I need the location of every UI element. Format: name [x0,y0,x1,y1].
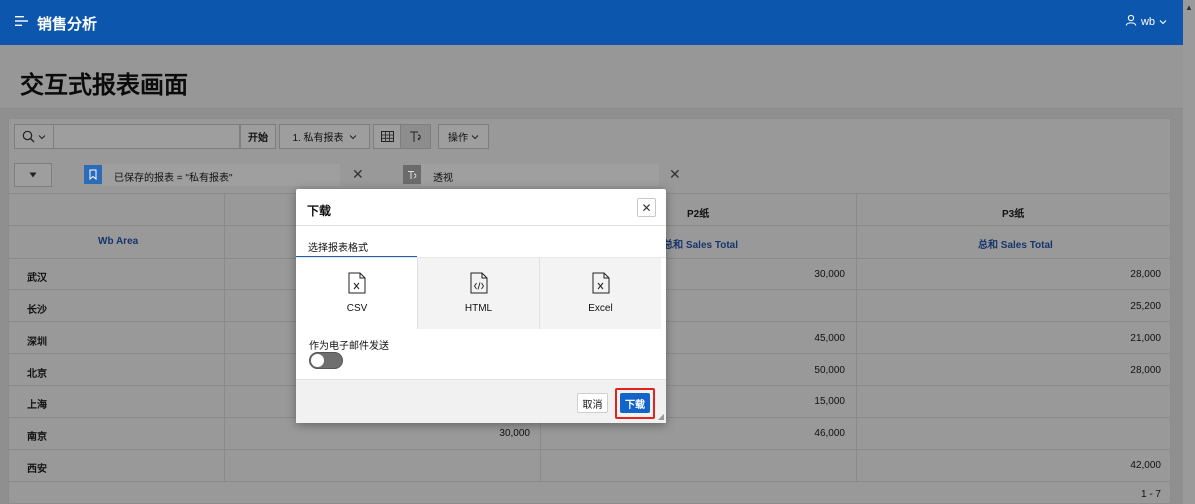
row-area: 深圳 [27,337,47,348]
tab-label: 选择报表格式 [308,243,368,254]
column-header-p3-sum[interactable]: 总和 Sales Total [978,236,1053,251]
collapse-filters-button[interactable] [14,163,52,187]
format-label: HTML [464,303,493,314]
file-excel-icon [592,272,609,294]
row-p2-value: 15,000 [814,396,845,407]
app-title: 销售分析 [37,16,98,33]
table-icon [380,131,394,142]
grid-divider [224,193,225,481]
dialog-footer: 取消 下载 ◢ [296,379,666,423]
pagination: 1 - 7 [1140,489,1161,500]
format-option-html[interactable]: HTML [417,258,539,329]
grid-divider [9,481,1170,482]
row-p3-value: 42,000 [1130,460,1161,471]
row-p3-value: 28,000 [1130,269,1161,280]
menu-icon[interactable] [9,8,35,34]
dialog-title: 下载 [307,204,332,218]
remove-pivot-close-icon[interactable]: ✕ [669,166,681,183]
go-button[interactable]: 开始 [240,124,276,149]
format-option-excel[interactable]: Excel [539,258,661,329]
grid-divider [856,193,857,481]
pivot-header-p3: P3纸 [1002,209,1025,220]
row-p2-value: 45,000 [814,333,845,344]
row-area: 武汉 [27,273,47,284]
caret-down-icon [29,172,37,178]
view-pivot-button[interactable] [400,124,431,149]
view-grid-button[interactable] [373,124,401,149]
actions-label: 操作 [448,133,468,144]
row-area: 北京 [27,369,47,380]
search-input[interactable] [53,124,240,149]
row-p2-value: 30,000 [814,269,845,280]
user-menu[interactable]: wb [1125,14,1167,29]
chevron-down-icon [38,134,46,139]
send-email-label: 作为电子邮件发送 [309,341,389,352]
search-column-button[interactable] [14,124,54,149]
app-header: 销售分析 wb [0,0,1183,45]
search-icon [22,130,35,143]
row-p2-value: 46,000 [814,428,845,439]
user-name: wb [1140,15,1155,28]
report-select-value: 1. 私有报表 [292,133,344,144]
file-code-icon [470,272,487,294]
tab-select-format[interactable]: 选择报表格式 [296,226,417,258]
row-area: 西安 [27,464,47,475]
page-title: 交互式报表画面 [20,72,188,99]
grid-divider [9,449,1170,450]
page-scrollbar[interactable]: ▲ [1183,0,1195,504]
row-p3-value: 25,200 [1130,301,1161,312]
download-dialog: 下载 ✕ 选择报表格式 CSV HTML Excel 作为电子邮件发送 取消 下… [296,189,666,423]
row-p3-value: 28,000 [1130,365,1161,376]
format-label: CSV [346,303,368,314]
close-icon[interactable]: ✕ [637,198,656,217]
pivot-filter[interactable]: 透视 [421,164,659,186]
scroll-up-icon[interactable]: ▲ [1185,3,1193,12]
column-header-area[interactable]: Wb Area [98,236,138,247]
cancel-button[interactable]: 取消 [577,393,608,413]
user-icon [1125,14,1137,29]
toggle-knob [311,354,324,367]
pivot-header-p2: P2纸 [687,209,710,220]
download-button[interactable]: 下载 [620,393,650,413]
chevron-down-icon [349,134,356,139]
actions-menu-button[interactable]: 操作 [438,124,489,149]
chevron-down-icon [471,134,479,139]
row-p1-value: 30,000 [499,428,530,439]
bookmark-icon [84,165,102,184]
saved-report-filter[interactable]: 已保存的报表 = "私有报表" [102,164,340,186]
pivot-filter-icon [403,165,421,184]
row-area: 上海 [27,400,47,411]
send-email-toggle[interactable] [309,352,343,369]
pivot-icon [409,131,421,142]
report-select[interactable]: 1. 私有报表 [279,124,370,149]
format-option-csv[interactable]: CSV [296,258,418,329]
page-header: 交互式报表画面 [0,45,1183,109]
resize-handle-icon[interactable]: ◢ [658,412,664,421]
file-csv-icon [348,272,366,294]
remove-filter-close-icon[interactable]: ✕ [352,166,364,183]
row-area: 长沙 [27,305,47,316]
format-label: Excel [588,303,613,314]
row-p3-value: 21,000 [1130,333,1161,344]
row-area: 南京 [27,432,47,443]
chevron-down-icon [1159,16,1167,28]
row-p2-value: 50,000 [814,365,845,376]
column-header-p2-sum[interactable]: 总和 Sales Total [666,236,738,251]
